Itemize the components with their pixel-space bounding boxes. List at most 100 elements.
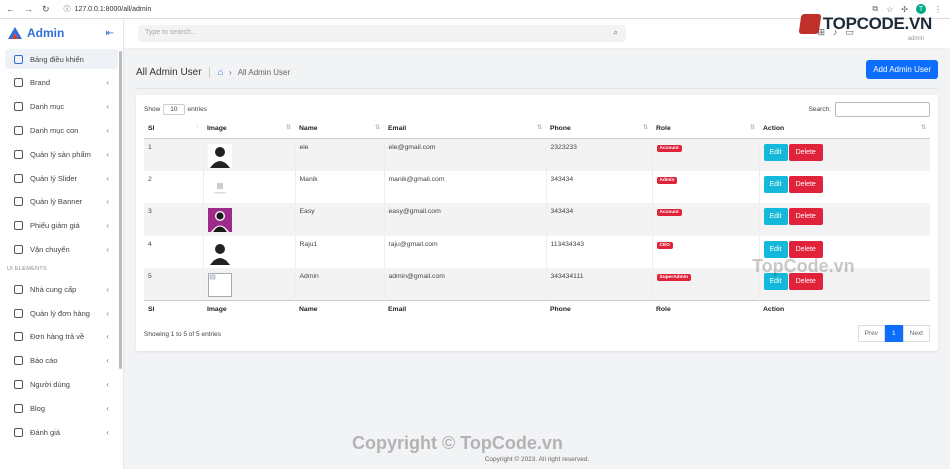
sidebar-item-users[interactable]: Người dùng ‹: [0, 373, 123, 397]
sidebar-item-suppliers[interactable]: Nhà cung cấp ‹: [0, 277, 123, 301]
edit-button[interactable]: Edit: [763, 143, 788, 161]
sidebar: Admin ⇤ Bảng điều khiển Brand ‹ Danh mục ‹…: [0, 19, 124, 469]
star-icon[interactable]: ☆: [886, 5, 893, 14]
cell-email: manik@gmail.com: [383, 170, 546, 204]
sort-icon: ⇅: [749, 125, 755, 131]
home-icon[interactable]: ⌂: [218, 67, 223, 77]
sidebar-item-category[interactable]: Danh mục ‹: [0, 95, 123, 119]
chevron-left-icon: ‹: [106, 221, 109, 231]
person-avatar-image: [207, 208, 232, 233]
table-search-input[interactable]: [835, 102, 930, 117]
column-header-phone[interactable]: Phone ⇅: [546, 120, 652, 139]
role-badge: Account: [656, 209, 682, 217]
sidebar-item-coupon[interactable]: Phiếu giảm giá ‹: [0, 214, 123, 238]
column-label: Email: [388, 125, 407, 133]
column-header-email[interactable]: Email ⇅: [384, 120, 546, 139]
column-label: Role: [656, 125, 671, 133]
search-input[interactable]: Type to search... ⌕: [138, 25, 626, 42]
chevron-left-icon: ‹: [106, 197, 109, 207]
sidebar-item-blog[interactable]: Blog ‹: [0, 396, 123, 420]
page-1-button[interactable]: 1: [885, 325, 903, 342]
sort-icon: ⇅: [920, 125, 926, 131]
role-badge: Admin: [656, 176, 678, 184]
sidebar-item-products[interactable]: Quản lý sản phẩm ‹: [0, 142, 123, 166]
chart-icon: [14, 356, 23, 366]
breadcrumb-current: All Admin User: [237, 67, 291, 77]
column-header-name[interactable]: Name ⇅: [295, 120, 384, 139]
column-header-role[interactable]: Role ⇅: [652, 120, 759, 139]
sidebar-item-dashboard[interactable]: Bảng điều khiển: [5, 49, 118, 69]
sidebar-item-label: Đánh giá: [30, 427, 61, 437]
puzzle-icon[interactable]: ✣: [901, 5, 908, 14]
role-badge: Account: [656, 144, 682, 152]
sidebar-item-reviews[interactable]: Đánh giá ‹: [0, 420, 123, 444]
kebab-menu-icon[interactable]: ⋮: [934, 5, 942, 14]
dashboard-icon: [14, 54, 23, 64]
cell-name: ele: [294, 138, 384, 171]
reload-icon[interactable]: ↻: [42, 4, 50, 15]
mountain-icon: [14, 403, 23, 413]
add-admin-user-button[interactable]: Add Admin User: [866, 60, 938, 79]
cell-sl: 3: [148, 208, 152, 216]
search-icon[interactable]: ⌕: [614, 28, 618, 38]
sidebar-item-banner[interactable]: Quản lý Banner ‹: [0, 190, 123, 214]
sidebar-item-returns[interactable]: Đơn hàng trả về ‹: [0, 325, 123, 349]
watermark-middle: TopCode.vn: [752, 256, 855, 276]
cell-email: ele@gmail.com: [383, 138, 546, 171]
table-row: 1 ele ele@gmail.com 2323233 Account Edit…: [144, 138, 930, 171]
pagination: Prev 1 Next: [857, 325, 930, 342]
collapse-sidebar-icon[interactable]: ⇤: [106, 28, 114, 39]
sidebar-item-reports[interactable]: Báo cáo ‹: [0, 349, 123, 373]
cell-sl: 5: [148, 273, 152, 281]
network-icon: [14, 284, 23, 294]
url-text: 127.0.0.1:8000/all/admin: [74, 5, 152, 13]
cell-name: Raju1: [294, 235, 384, 269]
cell-role: SuperAdmin: [651, 268, 759, 301]
sidebar-item-label: Blog: [30, 403, 46, 413]
no-image-placeholder: [207, 175, 232, 200]
page-length-select[interactable]: 10: [163, 104, 185, 115]
chevron-left-icon: ‹: [106, 78, 109, 88]
sort-icon: ⇅: [642, 125, 648, 131]
prev-page-button[interactable]: Prev: [857, 325, 885, 342]
cell-role: Admin: [651, 170, 759, 204]
sidebar-item-shipping[interactable]: Vận chuyển ‹: [0, 238, 123, 262]
delete-button[interactable]: Delete: [788, 143, 823, 161]
forward-icon[interactable]: →: [24, 4, 33, 15]
edit-button[interactable]: Edit: [763, 175, 788, 193]
delete-button[interactable]: Delete: [788, 175, 823, 193]
column-header-sl[interactable]: Sl ↑: [144, 120, 203, 139]
logo-icon: [8, 27, 22, 39]
cell-name: Manik: [294, 170, 384, 204]
profile-avatar[interactable]: T: [916, 4, 926, 14]
edit-button[interactable]: Edit: [763, 208, 788, 226]
chevron-left-icon: ‹: [106, 332, 109, 342]
broken-image-icon: [207, 273, 232, 298]
watermark-logo: TOPCODE.VN: [798, 14, 932, 34]
sidebar-item-subcategory[interactable]: Danh mục con ‹: [0, 119, 123, 143]
back-icon[interactable]: ←: [6, 4, 15, 15]
cell-email: admin@gmail.com: [383, 268, 546, 301]
sidebar-item-orders[interactable]: Quản lý đơn hàng ‹: [0, 301, 123, 325]
sidebar-item-slider[interactable]: Quản lý Slider ‹: [0, 166, 123, 190]
sidebar-item-brand[interactable]: Brand ‹: [0, 71, 123, 95]
column-label: Image: [207, 125, 227, 133]
column-label: Action: [763, 125, 785, 133]
address-bar[interactable]: ⓘ 127.0.0.1:8000/all/admin: [64, 4, 152, 14]
table-row: 3 Easy easy@gmail.com 343434 Account Edi…: [144, 203, 930, 236]
info-icon: ⓘ: [63, 6, 71, 13]
column-header-action[interactable]: Action ⇅: [759, 120, 930, 139]
sidebar-item-label: Bảng điều khiển: [30, 54, 84, 64]
extension-icon[interactable]: ⧉: [872, 4, 878, 14]
cell-image: [202, 268, 295, 301]
person-avatar-image: [207, 143, 232, 168]
column-header-image[interactable]: Image ⇅: [203, 120, 295, 139]
next-page-button[interactable]: Next: [902, 325, 930, 342]
table-header-row: Sl ↑ Image ⇅ Name ⇅ Email ⇅ Phone ⇅ Role ⇅ Act…: [144, 120, 930, 139]
sidebar-menu: Bảng điều khiển Brand ‹ Danh mục ‹ Danh mụ…: [0, 49, 123, 444]
cell-role: Account: [651, 138, 759, 171]
sidebar-scrollbar[interactable]: [119, 51, 122, 369]
chevron-left-icon: ‹: [106, 379, 109, 389]
delete-button[interactable]: Delete: [788, 208, 823, 226]
user-role: admin: [907, 36, 924, 42]
